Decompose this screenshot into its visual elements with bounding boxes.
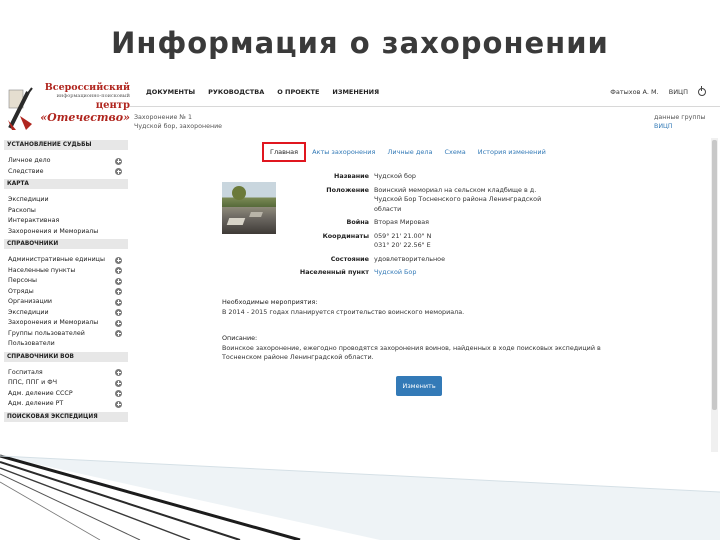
sidebar: УСТАНОВЛЕНИЕ СУДЬБЫ Личное дело Следстви… xyxy=(4,138,128,452)
scrollbar[interactable] xyxy=(711,138,718,452)
sidebar-item-dir-burials[interactable]: Захоронения и Мемориалы xyxy=(4,318,128,329)
detail-row-condition: Состояние удовлетворительное xyxy=(330,254,446,263)
group-link[interactable]: ВИЦП xyxy=(654,123,673,130)
header-divider xyxy=(130,106,720,107)
sidebar-section-ww2: СПРАВОЧНИКИ ВОВ xyxy=(4,351,128,362)
plus-icon[interactable] xyxy=(115,309,122,316)
app-header: Всероссийский информационно-поисковый це… xyxy=(0,76,720,138)
description-title: Описание: xyxy=(222,334,258,342)
sidebar-item-settlements[interactable]: Населенные пункты xyxy=(4,266,128,277)
tab-burial-acts[interactable]: Акты захоронения xyxy=(306,148,381,156)
top-navigation: ДОКУМЕНТЫ РУКОВОДСТВА О ПРОЕКТЕ ИЗМЕНЕНИ… xyxy=(146,88,392,102)
needed-title: Необходимые мероприятия: xyxy=(222,298,318,306)
sidebar-section-map: КАРТА xyxy=(4,179,128,189)
sidebar-item-hospitals[interactable]: Госпиталя xyxy=(4,368,128,379)
tab-personal-files[interactable]: Личные дела xyxy=(381,148,438,156)
tab-main[interactable]: Главная xyxy=(262,142,307,162)
sidebar-section-directories: СПРАВОЧНИКИ xyxy=(4,239,128,249)
user-area: Фатыхов А. М. ВИЦП xyxy=(610,86,706,96)
scroll-thumb[interactable] xyxy=(712,140,717,410)
plus-icon[interactable] xyxy=(115,277,122,285)
sidebar-item-personal-file[interactable]: Личное дело xyxy=(4,156,128,167)
power-icon[interactable] xyxy=(698,86,706,96)
sidebar-item-pps[interactable]: ППС, ППГ и ФЧ xyxy=(4,378,128,389)
sidebar-item-users[interactable]: Пользователи xyxy=(4,339,128,350)
tab-scheme[interactable]: Схема xyxy=(438,148,471,156)
plus-icon[interactable] xyxy=(115,390,122,397)
site-logo[interactable]: Всероссийский информационно-поисковый це… xyxy=(4,80,130,136)
burial-details: Название Чудской бор Положение Воинский … xyxy=(282,172,562,282)
sidebar-item-organizations[interactable]: Организации xyxy=(4,297,128,308)
sidebar-item-burials-map[interactable]: Захоронения и Мемориалы xyxy=(4,227,128,238)
sidebar-item-dir-expeditions[interactable]: Экспедиции xyxy=(4,308,128,319)
sidebar-section-fate: УСТАНОВЛЕНИЕ СУДЬБЫ xyxy=(4,140,128,150)
plus-icon[interactable] xyxy=(115,267,122,274)
slide-title: Информация о захоронении xyxy=(111,26,609,60)
sidebar-item-expeditions[interactable]: Экспедиции xyxy=(4,195,128,206)
needed-measures: Необходимые мероприятия: В 2014 - 2015 г… xyxy=(222,298,642,317)
group-label: данные группы xyxy=(654,114,706,121)
detail-row-coordinates: Координаты 059° 21' 21.00" N 031° 20' 22… xyxy=(322,231,432,250)
user-name[interactable]: Фатыхов А. М. xyxy=(610,88,658,96)
plus-icon[interactable] xyxy=(115,256,122,264)
sidebar-item-interactive[interactable]: Интерактивная xyxy=(4,216,128,227)
sidebar-item-admin-units[interactable]: Административные единицы xyxy=(4,255,128,266)
detail-row-location: Положение Воинский мемориал на сельском … xyxy=(326,185,542,213)
sidebar-item-rt-division[interactable]: Адм. деление РТ xyxy=(4,399,128,410)
plus-icon[interactable] xyxy=(115,319,122,327)
plus-icon[interactable] xyxy=(115,330,122,337)
app-screenshot: Всероссийский информационно-поисковый це… xyxy=(0,76,720,452)
breadcrumb-record: Захоронение № 1 xyxy=(134,114,192,121)
plus-icon[interactable] xyxy=(115,298,122,306)
nav-documents[interactable]: ДОКУМЕНТЫ xyxy=(146,88,195,102)
plus-icon[interactable] xyxy=(115,400,122,408)
edit-button[interactable]: Изменить xyxy=(396,376,442,396)
sidebar-item-ussr-division[interactable]: Адм. деление СССР xyxy=(4,389,128,400)
description-text: Воинское захоронение, ежегодно проводятс… xyxy=(222,343,601,362)
logo-text: Всероссийский информационно-поисковый це… xyxy=(40,82,130,124)
plus-icon[interactable] xyxy=(115,168,122,175)
plus-icon[interactable] xyxy=(115,288,122,295)
slide-decoration xyxy=(0,454,720,540)
settlement-link[interactable]: Чудской Бор xyxy=(374,268,416,276)
breadcrumb-place: Чудской бор, захоронение xyxy=(134,123,223,130)
sidebar-item-squads[interactable]: Отряды xyxy=(4,287,128,298)
sidebar-section-search-expedition: ПОИСКОВАЯ ЭКСПЕДИЦИЯ xyxy=(4,411,128,422)
user-group[interactable]: ВИЦП xyxy=(669,88,688,96)
sidebar-item-investigation[interactable]: Следствие xyxy=(4,167,128,178)
nav-about[interactable]: О ПРОЕКТЕ xyxy=(277,88,319,102)
emblem-icon xyxy=(8,87,33,130)
sidebar-item-persons[interactable]: Персоны xyxy=(4,276,128,287)
tab-history[interactable]: История изменений xyxy=(472,148,552,156)
breadcrumb: Захоронение № 1 Чудской бор, захоронение xyxy=(134,113,222,131)
nav-changes[interactable]: ИЗМЕНЕНИЯ xyxy=(332,88,379,102)
description: Описание: Воинское захоронение, ежегодно… xyxy=(222,334,642,363)
detail-row-settlement: Населенный пункт Чудской Бор xyxy=(299,268,417,276)
sidebar-item-excavations[interactable]: Раскопы xyxy=(4,206,128,217)
needed-text: В 2014 - 2015 годах планируется строител… xyxy=(222,307,465,316)
plus-icon[interactable] xyxy=(115,369,122,376)
detail-row-name: Название Чудской бор xyxy=(334,172,416,180)
group-info: данные группы ВИЦП xyxy=(654,113,706,131)
plus-icon[interactable] xyxy=(115,379,122,387)
detail-row-war: Война Вторая Мировая xyxy=(346,218,430,226)
plus-icon[interactable] xyxy=(115,157,122,165)
nav-manuals[interactable]: РУКОВОДСТВА xyxy=(208,88,264,102)
burial-photo[interactable] xyxy=(222,182,276,234)
detail-tabs: Главная Акты захоронения Личные дела Схе… xyxy=(262,140,552,164)
sidebar-item-user-groups[interactable]: Группы пользователей xyxy=(4,329,128,340)
